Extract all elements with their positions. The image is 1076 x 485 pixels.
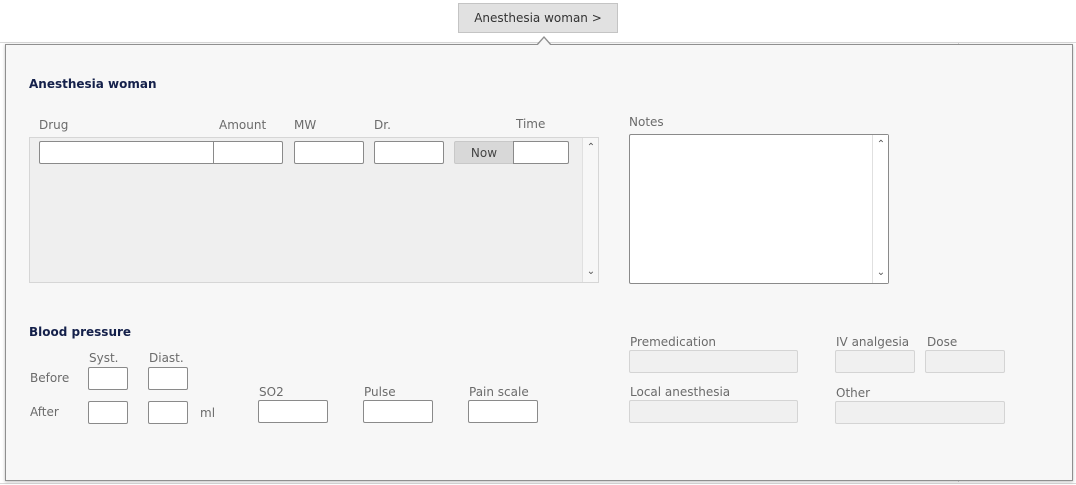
amount-input[interactable] [213, 141, 283, 164]
pulse-label: Pulse [364, 385, 396, 399]
local-anesthesia-input[interactable] [629, 400, 798, 423]
before-diast-input[interactable] [148, 367, 188, 390]
so2-input[interactable] [258, 400, 328, 423]
dose-label: Dose [927, 335, 958, 349]
mw-column-header: MW [294, 118, 317, 132]
after-label: After [30, 405, 59, 419]
other-input[interactable] [835, 401, 1005, 424]
chevron-down-icon[interactable]: ⌄ [873, 265, 889, 281]
amount-column-header: Amount [219, 118, 267, 132]
ml-unit-label: ml [200, 406, 216, 420]
anesthesia-woman-popover: Anesthesia woman Drug Amount MW Dr. Time… [5, 36, 1073, 481]
mw-input[interactable] [294, 141, 364, 164]
time-column-header: Time [516, 117, 546, 131]
notes-label: Notes [629, 115, 664, 129]
iv-analgesia-label: IV analgesia [836, 335, 910, 349]
drug-table-scrollbar[interactable]: ⌃ ⌄ [582, 138, 598, 282]
notes-box: ⌃ ⌄ [629, 134, 889, 284]
dr-column-header: Dr. [374, 118, 391, 132]
background-window-edge-bottom [0, 483, 1076, 484]
drug-column-header: Drug [39, 118, 69, 132]
chevron-down-icon[interactable]: ⌄ [583, 264, 599, 280]
popover-caret-fill [537, 38, 551, 46]
premedication-label: Premedication [630, 335, 717, 349]
anesthesia-woman-button[interactable]: Anesthesia woman > [458, 3, 618, 33]
now-button[interactable]: Now [454, 141, 514, 164]
chevron-up-icon[interactable]: ⌃ [583, 140, 599, 156]
pain-scale-label: Pain scale [469, 385, 529, 399]
panel-title: Anesthesia woman [29, 77, 157, 91]
premedication-input[interactable] [629, 350, 798, 373]
so2-label: SO2 [259, 385, 284, 399]
blood-pressure-title: Blood pressure [29, 325, 132, 339]
dose-input[interactable] [925, 350, 1005, 373]
chevron-up-icon[interactable]: ⌃ [873, 137, 889, 153]
syst-label: Syst. [89, 351, 119, 365]
notes-scrollbar[interactable]: ⌃ ⌄ [872, 135, 888, 283]
drug-table: Now ⌃ ⌄ [29, 137, 599, 283]
before-syst-input[interactable] [88, 367, 128, 390]
diast-label: Diast. [149, 351, 184, 365]
after-syst-input[interactable] [88, 401, 128, 424]
pain-scale-input[interactable] [468, 400, 538, 423]
local-anesthesia-label: Local anesthesia [630, 385, 731, 399]
after-diast-input[interactable] [148, 401, 188, 424]
drug-input[interactable] [39, 141, 214, 164]
notes-textarea[interactable] [630, 135, 872, 283]
pulse-input[interactable] [363, 400, 433, 423]
iv-analgesia-input[interactable] [835, 350, 915, 373]
before-label: Before [30, 371, 70, 385]
other-label: Other [836, 386, 871, 400]
time-input[interactable] [513, 141, 569, 164]
dr-input[interactable] [374, 141, 444, 164]
